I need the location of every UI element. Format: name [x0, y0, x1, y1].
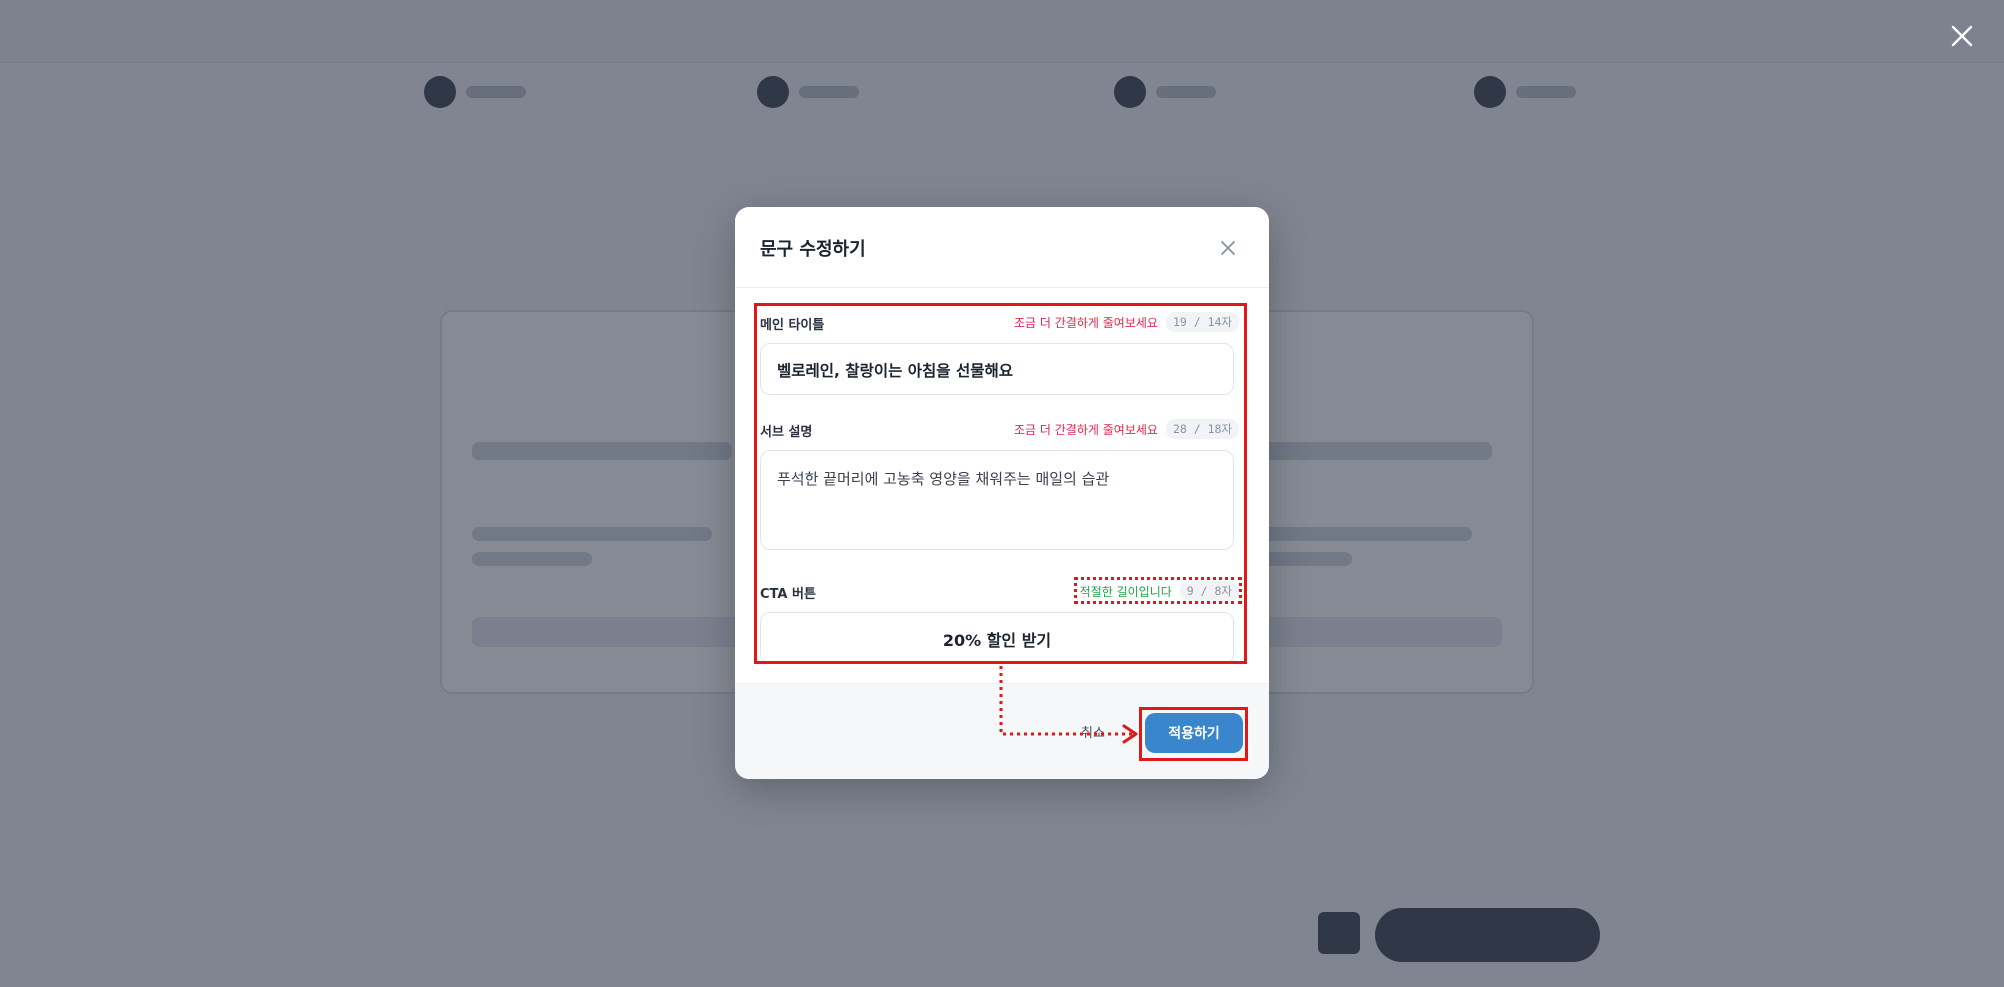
modal-header: 문구 수정하기 [735, 207, 1269, 288]
cta-input[interactable]: 20% 할인 받기 [760, 612, 1234, 664]
sub-description-hint: 조금 더 간결하게 줄여보세요 [1014, 422, 1158, 437]
main-title-label: 메인 타이틀 [760, 318, 825, 333]
main-title-hint: 조금 더 간결하게 줄여보세요 [1014, 315, 1158, 330]
overlay-close-button[interactable] [1940, 14, 1984, 58]
main-title-counter: 19 / 14자 [1165, 312, 1239, 332]
main-title-meta: 조금 더 간결하게 줄여보세요 19 / 14자 [1014, 312, 1239, 332]
modal-close-button[interactable] [1213, 233, 1243, 263]
apply-button[interactable]: 적용하기 [1145, 713, 1243, 753]
main-title-input[interactable]: 벨로레인, 찰랑이는 아침을 선물해요 [760, 343, 1234, 395]
cta-counter: 9 / 8자 [1179, 581, 1239, 601]
sub-description-textarea[interactable]: 푸석한 끝머리에 고농축 영양을 채워주는 매일의 습관 [760, 450, 1234, 550]
cancel-button[interactable]: 취소 [1081, 722, 1105, 741]
sub-description-meta: 조금 더 간결하게 줄여보세요 28 / 18자 [1014, 419, 1239, 439]
modal-title: 문구 수정하기 [760, 239, 866, 260]
close-icon [1221, 241, 1235, 255]
cta-hint: 적절한 길이입니다 [1079, 584, 1172, 599]
sub-description-label: 서브 설명 [760, 425, 813, 440]
cta-meta: 적절한 길이입니다 9 / 8자 [1080, 581, 1239, 601]
modal-body: 메인 타이틀 조금 더 간결하게 줄여보세요 19 / 14자 벨로레인, 찰랑… [735, 288, 1269, 683]
close-icon [1951, 25, 1973, 47]
sub-description-counter: 28 / 18자 [1165, 419, 1239, 439]
modal-footer: 취소 적용하기 [735, 683, 1269, 779]
cta-label: CTA 버튼 [760, 587, 816, 602]
edit-copy-modal: 문구 수정하기 메인 타이틀 조금 더 간결하게 줄여보세요 19 / 14자 … [735, 207, 1269, 779]
